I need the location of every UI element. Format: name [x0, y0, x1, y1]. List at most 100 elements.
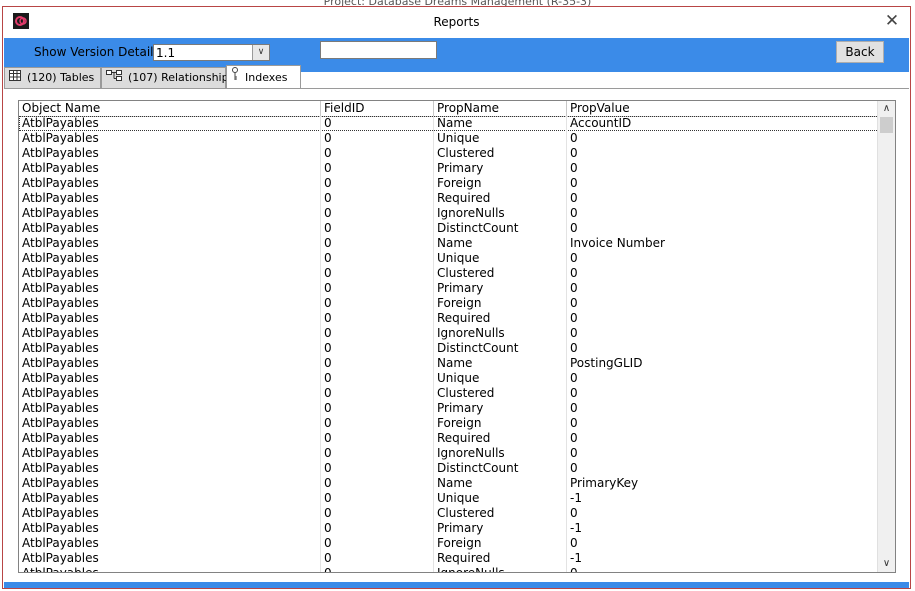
cell-fieldid[interactable]: 0: [321, 131, 434, 146]
cell-propvalue[interactable]: -1: [567, 521, 879, 536]
tab-relationships[interactable]: (107) Relationships: [101, 67, 234, 89]
cell-fieldid[interactable]: 0: [321, 566, 434, 572]
cell-object-name[interactable]: AtblPayables: [19, 161, 321, 176]
cell-propname[interactable]: Primary: [434, 161, 567, 176]
cell-propname[interactable]: Foreign: [434, 296, 567, 311]
cell-propname[interactable]: Name: [434, 116, 567, 131]
cell-propname[interactable]: Primary: [434, 401, 567, 416]
table-row[interactable]: AtblPayables 0 Foreign 0: [19, 296, 879, 311]
cell-fieldid[interactable]: 0: [321, 191, 434, 206]
table-row[interactable]: AtblPayables 0 DistinctCount 0: [19, 461, 879, 476]
search-input[interactable]: [320, 41, 437, 59]
cell-propvalue[interactable]: 0: [567, 341, 879, 356]
cell-fieldid[interactable]: 0: [321, 266, 434, 281]
cell-propvalue[interactable]: -1: [567, 551, 879, 566]
cell-propname[interactable]: IgnoreNulls: [434, 446, 567, 461]
cell-fieldid[interactable]: 0: [321, 206, 434, 221]
cell-propname[interactable]: DistinctCount: [434, 341, 567, 356]
cell-object-name[interactable]: AtblPayables: [19, 131, 321, 146]
cell-propvalue[interactable]: 0: [567, 191, 879, 206]
cell-object-name[interactable]: AtblPayables: [19, 206, 321, 221]
table-row[interactable]: AtblPayables 0 Required 0: [19, 431, 879, 446]
cell-object-name[interactable]: AtblPayables: [19, 521, 321, 536]
cell-propvalue[interactable]: 0: [567, 566, 879, 572]
cell-fieldid[interactable]: 0: [321, 326, 434, 341]
chevron-down-icon[interactable]: ∨: [878, 556, 895, 572]
cell-propvalue[interactable]: 0: [567, 371, 879, 386]
table-row[interactable]: AtblPayables 0 Primary 0: [19, 401, 879, 416]
table-row[interactable]: AtblPayables 0 Clustered 0: [19, 266, 879, 281]
cell-object-name[interactable]: AtblPayables: [19, 281, 321, 296]
cell-propname[interactable]: Required: [434, 191, 567, 206]
cell-propvalue[interactable]: 0: [567, 461, 879, 476]
cell-fieldid[interactable]: 0: [321, 311, 434, 326]
cell-object-name[interactable]: AtblPayables: [19, 401, 321, 416]
cell-fieldid[interactable]: 0: [321, 401, 434, 416]
cell-propvalue[interactable]: 0: [567, 296, 879, 311]
cell-propvalue[interactable]: 0: [567, 536, 879, 551]
cell-propvalue[interactable]: 0: [567, 206, 879, 221]
table-row[interactable]: AtblPayables 0 Name Invoice Number: [19, 236, 879, 251]
cell-propvalue[interactable]: 0: [567, 311, 879, 326]
cell-propname[interactable]: Foreign: [434, 416, 567, 431]
cell-propname[interactable]: DistinctCount: [434, 461, 567, 476]
table-row[interactable]: AtblPayables 0 Name AccountID: [19, 116, 879, 131]
table-row[interactable]: AtblPayables 0 Primary 0: [19, 161, 879, 176]
table-row[interactable]: AtblPayables 0 Clustered 0: [19, 386, 879, 401]
cell-object-name[interactable]: AtblPayables: [19, 356, 321, 371]
cell-fieldid[interactable]: 0: [321, 371, 434, 386]
cell-propname[interactable]: Unique: [434, 131, 567, 146]
cell-fieldid[interactable]: 0: [321, 551, 434, 566]
cell-propname[interactable]: IgnoreNulls: [434, 326, 567, 341]
tab-indexes[interactable]: Indexes: [226, 65, 301, 89]
cell-object-name[interactable]: AtblPayables: [19, 251, 321, 266]
cell-object-name[interactable]: AtblPayables: [19, 416, 321, 431]
cell-fieldid[interactable]: 0: [321, 176, 434, 191]
cell-propvalue[interactable]: 0: [567, 416, 879, 431]
cell-object-name[interactable]: AtblPayables: [19, 536, 321, 551]
cell-propname[interactable]: Primary: [434, 281, 567, 296]
cell-fieldid[interactable]: 0: [321, 536, 434, 551]
cell-propvalue[interactable]: 0: [567, 386, 879, 401]
cell-propname[interactable]: IgnoreNulls: [434, 206, 567, 221]
table-row[interactable]: AtblPayables 0 Unique 0: [19, 251, 879, 266]
cell-fieldid[interactable]: 0: [321, 416, 434, 431]
table-row[interactable]: AtblPayables 0 Primary -1: [19, 521, 879, 536]
cell-propvalue[interactable]: 0: [567, 431, 879, 446]
indexes-grid[interactable]: Object Name FieldID PropName PropValue A…: [18, 100, 896, 573]
cell-fieldid[interactable]: 0: [321, 461, 434, 476]
cell-propvalue[interactable]: 0: [567, 221, 879, 236]
cell-propvalue[interactable]: 0: [567, 506, 879, 521]
table-row[interactable]: AtblPayables 0 IgnoreNulls 0: [19, 566, 879, 572]
cell-propvalue[interactable]: PostingGLID: [567, 356, 879, 371]
cell-propname[interactable]: Name: [434, 476, 567, 491]
cell-propname[interactable]: Name: [434, 356, 567, 371]
cell-propname[interactable]: Clustered: [434, 266, 567, 281]
cell-object-name[interactable]: AtblPayables: [19, 326, 321, 341]
cell-object-name[interactable]: AtblPayables: [19, 191, 321, 206]
cell-fieldid[interactable]: 0: [321, 281, 434, 296]
cell-object-name[interactable]: AtblPayables: [19, 491, 321, 506]
close-icon[interactable]: ✕: [884, 13, 900, 30]
cell-propname[interactable]: Foreign: [434, 176, 567, 191]
cell-object-name[interactable]: AtblPayables: [19, 296, 321, 311]
cell-propvalue[interactable]: 0: [567, 251, 879, 266]
cell-object-name[interactable]: AtblPayables: [19, 176, 321, 191]
cell-fieldid[interactable]: 0: [321, 506, 434, 521]
table-row[interactable]: AtblPayables 0 Name PostingGLID: [19, 356, 879, 371]
table-row[interactable]: AtblPayables 0 Unique 0: [19, 131, 879, 146]
table-row[interactable]: AtblPayables 0 Foreign 0: [19, 416, 879, 431]
chevron-down-icon[interactable]: ∨: [252, 45, 269, 60]
table-row[interactable]: AtblPayables 0 IgnoreNulls 0: [19, 446, 879, 461]
cell-propvalue[interactable]: 0: [567, 446, 879, 461]
cell-object-name[interactable]: AtblPayables: [19, 446, 321, 461]
cell-object-name[interactable]: AtblPayables: [19, 506, 321, 521]
cell-fieldid[interactable]: 0: [321, 446, 434, 461]
column-header-propvalue[interactable]: PropValue: [567, 101, 879, 116]
cell-propname[interactable]: Unique: [434, 251, 567, 266]
cell-fieldid[interactable]: 0: [321, 236, 434, 251]
cell-propname[interactable]: Unique: [434, 371, 567, 386]
cell-fieldid[interactable]: 0: [321, 146, 434, 161]
table-row[interactable]: AtblPayables 0 Unique -1: [19, 491, 879, 506]
cell-object-name[interactable]: AtblPayables: [19, 386, 321, 401]
